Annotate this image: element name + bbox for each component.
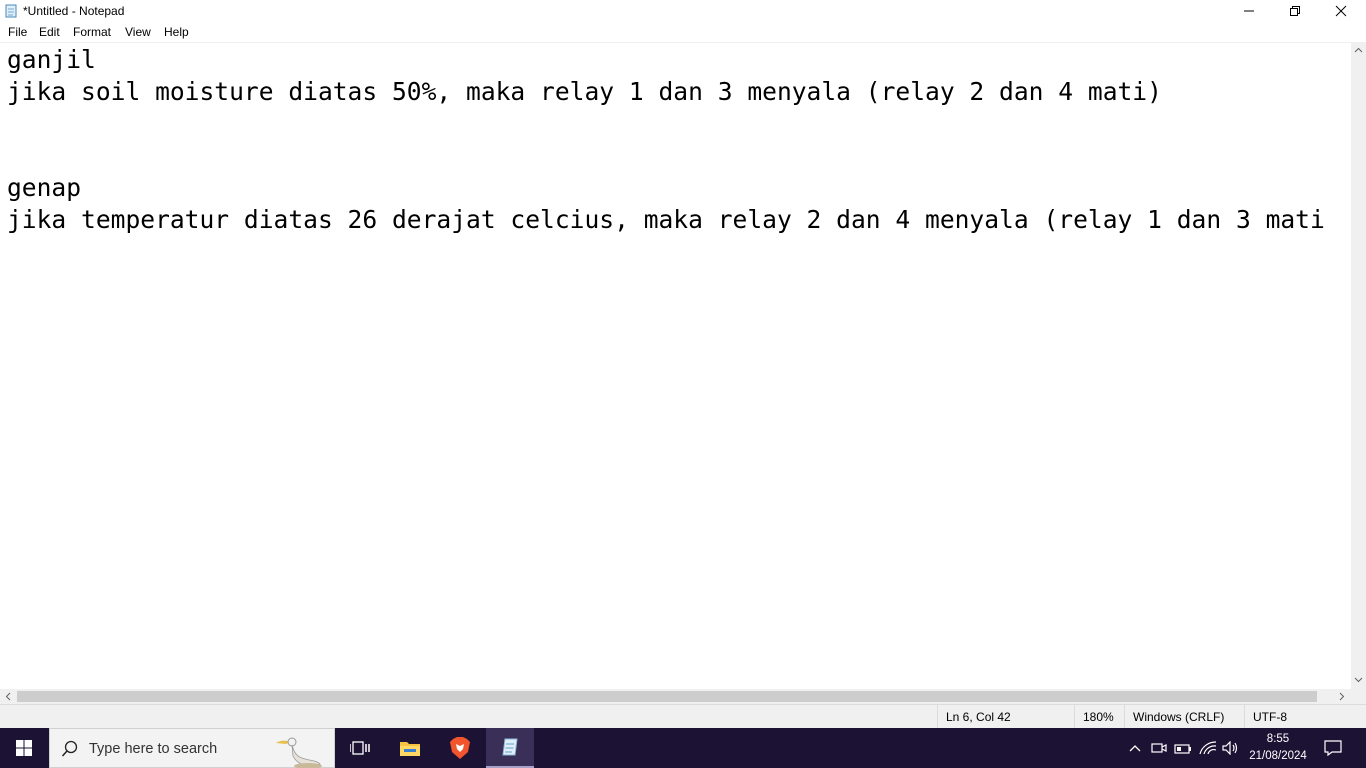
restore-button[interactable]	[1272, 0, 1318, 22]
notepad-icon	[502, 738, 518, 756]
scroll-down-button[interactable]	[1351, 672, 1366, 687]
zoom-level: 180%	[1074, 705, 1124, 729]
encoding: UTF-8	[1244, 705, 1366, 729]
restore-icon	[1290, 6, 1300, 16]
scroll-up-button[interactable]	[1351, 42, 1366, 57]
chevron-up-icon	[1129, 745, 1141, 752]
brave-browser-icon	[450, 737, 470, 759]
wifi-icon	[1199, 741, 1217, 755]
search-highlight-bird-icon	[276, 737, 322, 768]
task-view-icon	[350, 741, 370, 755]
vertical-scrollbar[interactable]	[1351, 42, 1366, 689]
chevron-right-icon	[1339, 692, 1344, 701]
line-ending: Windows (CRLF)	[1124, 705, 1244, 729]
text-editor[interactable]: ganjil jika soil moisture diatas 50%, ma…	[0, 42, 1351, 689]
chevron-down-icon	[1354, 677, 1363, 682]
volume-icon	[1222, 741, 1238, 755]
brave-browser-button[interactable]	[436, 728, 484, 768]
editor-line-6: jika temperatur diatas 26 derajat celciu…	[7, 205, 1325, 234]
scroll-right-button[interactable]	[1334, 689, 1349, 704]
horizontal-scroll-thumb[interactable]	[17, 691, 1317, 702]
minimize-button[interactable]	[1226, 0, 1272, 22]
menu-help[interactable]: Help	[164, 25, 189, 40]
taskbar: Type here to search 8:55 21/08/2024	[0, 728, 1366, 768]
horizontal-scrollbar[interactable]	[0, 689, 1351, 704]
clock-time: 8:55	[1266, 733, 1290, 745]
clock-date: 21/08/2024	[1249, 750, 1307, 762]
status-bar: Ln 6, Col 42 180% Windows (CRLF) UTF-8	[0, 704, 1366, 729]
menu-edit[interactable]: Edit	[39, 25, 60, 40]
menu-format[interactable]: Format	[73, 25, 111, 40]
battery-icon	[1174, 744, 1191, 754]
menu-view[interactable]: View	[125, 25, 151, 40]
task-view-button[interactable]	[336, 728, 384, 768]
search-icon	[61, 740, 78, 757]
title-bar[interactable]: *Untitled - Notepad	[0, 0, 1366, 22]
cursor-position: Ln 6, Col 42	[937, 705, 1074, 729]
file-explorer-icon	[400, 742, 420, 756]
window-title: *Untitled - Notepad	[23, 4, 125, 18]
editor-line-5: genap	[7, 173, 82, 202]
chevron-left-icon	[5, 692, 10, 701]
file-explorer-button[interactable]	[386, 728, 434, 768]
battery-button[interactable]	[1172, 728, 1194, 768]
search-placeholder: Type here to search	[89, 741, 218, 757]
chevron-up-icon	[1354, 47, 1363, 52]
notifications-icon	[1324, 740, 1342, 756]
editor-line-1: ganjil	[7, 45, 96, 74]
menu-bar: File Edit Format View Help	[0, 23, 1366, 42]
minimize-icon	[1244, 10, 1254, 12]
show-hidden-icons-button[interactable]	[1124, 728, 1146, 768]
notepad-icon	[4, 4, 18, 18]
start-icon	[16, 740, 32, 756]
start-button[interactable]	[0, 728, 48, 768]
close-button[interactable]	[1318, 0, 1364, 22]
taskbar-clock[interactable]: 8:55 21/08/2024	[1244, 731, 1312, 765]
menu-file[interactable]: File	[8, 25, 27, 40]
close-icon	[1335, 5, 1347, 17]
scroll-left-button[interactable]	[0, 689, 15, 704]
action-center-button[interactable]	[1318, 728, 1348, 768]
editor-line-2: jika soil moisture diatas 50%, maka rela…	[7, 77, 1162, 106]
meet-now-icon	[1151, 743, 1167, 753]
notepad-taskbar-button[interactable]	[486, 728, 534, 768]
meet-now-button[interactable]	[1148, 728, 1170, 768]
taskbar-search[interactable]: Type here to search	[49, 728, 335, 768]
volume-button[interactable]	[1220, 728, 1242, 768]
scrollbar-corner	[1351, 689, 1366, 704]
wifi-button[interactable]	[1196, 728, 1220, 768]
